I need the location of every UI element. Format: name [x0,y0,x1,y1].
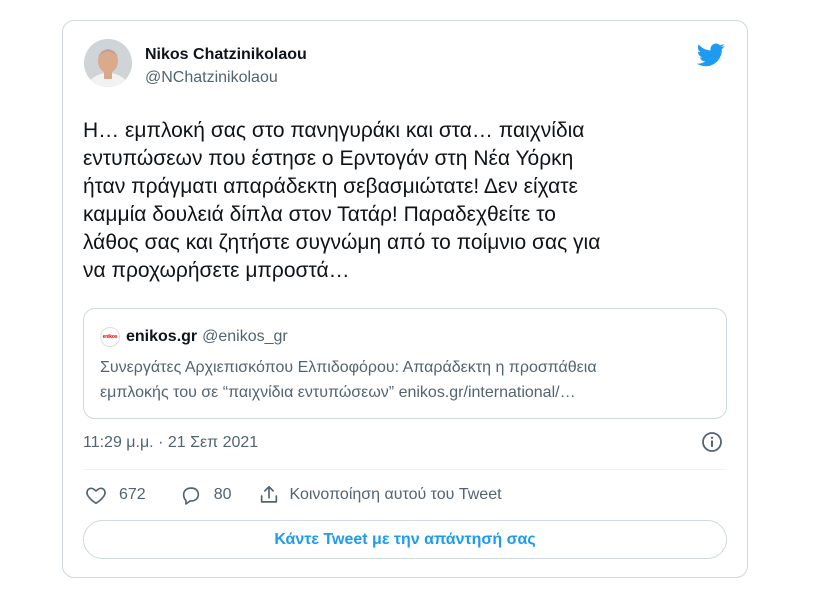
tweet-text: Η… εμπλοκή σας στο πανηγυράκι και στα… π… [83,119,601,282]
reply-button[interactable]: Κάντε Tweet με την απάντησή σας [83,520,727,559]
tweet-timestamp[interactable]: 11:29 μ.μ. · 21 Σεπ 2021 [83,433,258,453]
info-icon[interactable] [701,431,723,453]
author-display-name[interactable]: Nikos Chatzinikolaou [145,45,307,65]
reply-action-button[interactable]: 80 [180,484,232,506]
quoted-author-name: enikos.gr [126,328,198,345]
like-count: 672 [119,486,146,503]
twitter-logo-icon[interactable] [697,43,725,67]
share-icon [260,485,277,503]
divider [83,469,727,470]
reply-icon [182,487,199,505]
action-bar: 672 80 Κοινοποίηση αυτού του Tweet [85,483,522,507]
avatar[interactable] [84,39,132,87]
share-button[interactable]: Κοινοποίηση αυτού του Tweet [258,484,502,506]
share-label: Κοινοποίηση αυτού του Tweet [289,486,502,503]
author-block: Nikos Chatzinikolaou @NChatzinikolaou [145,45,307,89]
quoted-tweet-text: Συνεργάτες Αρχιεπισκόπου Ελπιδοφόρου: Απ… [100,359,597,401]
quoted-author-handle: @enikos_gr [202,328,288,345]
reply-count: 80 [213,486,232,503]
heart-icon [86,487,106,505]
quoted-tweet[interactable]: enikos enikos.gr @enikos_gr Συνεργάτες Α… [83,308,727,419]
like-button[interactable]: 672 [85,484,146,506]
author-handle[interactable]: @NChatzinikolaou [145,67,307,89]
quoted-tweet-header: enikos enikos.gr @enikos_gr [100,327,288,347]
tweet-card: Nikos Chatzinikolaou @NChatzinikolaou Η…… [62,20,748,578]
enikos-logo: enikos [100,327,120,347]
